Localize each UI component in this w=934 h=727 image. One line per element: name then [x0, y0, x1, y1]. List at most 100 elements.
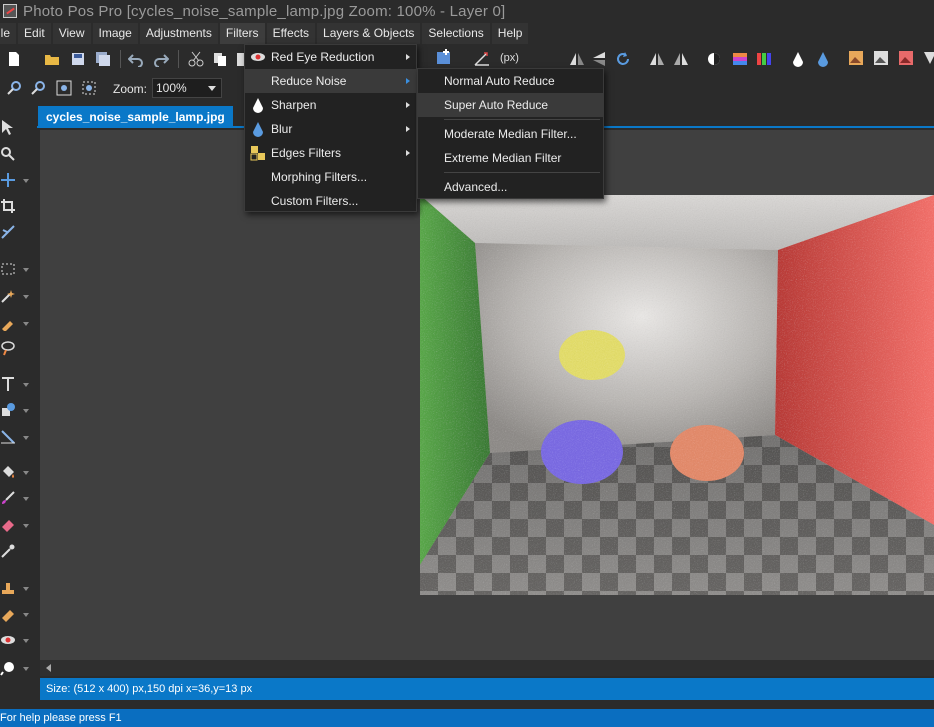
crop-tool-icon[interactable]	[0, 198, 16, 214]
menu-separator	[444, 119, 600, 120]
line-tool-icon[interactable]	[0, 429, 16, 445]
undo-icon[interactable]	[128, 51, 144, 67]
rect-select-icon[interactable]	[0, 261, 16, 277]
canvas-size-icon[interactable]	[474, 50, 490, 66]
menu-item-extreme-median-filter[interactable]: Extreme Median Filter	[418, 146, 603, 170]
menu-item-edges-filters[interactable]: Edges Filters	[245, 141, 416, 165]
fill-bucket-icon[interactable]	[0, 464, 16, 480]
cut-icon[interactable]	[188, 51, 204, 67]
menu-item-moderate-median-filter[interactable]: Moderate Median Filter...	[418, 122, 603, 146]
image-frame-icon[interactable]	[873, 50, 889, 66]
zoom-fit-icon[interactable]	[56, 80, 72, 96]
brush-select-icon[interactable]	[0, 315, 16, 331]
tab-document[interactable]: cycles_noise_sample_lamp.jpg	[38, 106, 233, 128]
contrast-icon[interactable]	[706, 51, 722, 67]
title-bar: Photo Pos Pro [cycles_noise_sample_lamp.…	[0, 0, 934, 22]
units-select[interactable]: (px)	[500, 52, 519, 64]
menu-help[interactable]: Help	[491, 23, 529, 44]
stamp-tool-icon[interactable]	[0, 580, 16, 596]
chevron-down-icon[interactable]	[23, 613, 29, 617]
brush-tool-icon[interactable]	[0, 490, 16, 506]
chevron-down-icon[interactable]	[23, 497, 29, 501]
chevron-down-icon[interactable]	[23, 268, 29, 272]
chevron-down-icon[interactable]	[23, 295, 29, 299]
menu-item-normal-auto-reduce[interactable]: Normal Auto Reduce	[418, 69, 603, 93]
save-icon[interactable]	[70, 51, 86, 67]
menu-item-blur[interactable]: Blur	[245, 117, 416, 141]
chevron-down-icon[interactable]	[23, 322, 29, 326]
menu-item-red-eye-reduction[interactable]: Red Eye Reduction	[245, 45, 416, 69]
tool-panel	[0, 112, 37, 710]
chevron-down-icon[interactable]	[23, 383, 29, 387]
menu-edit[interactable]: Edit	[18, 23, 51, 44]
chevron-down-icon[interactable]	[23, 409, 29, 413]
pointer-tool-icon[interactable]	[0, 119, 16, 135]
copy-icon[interactable]	[212, 51, 228, 67]
menu-item-label: Reduce Noise	[271, 74, 347, 88]
new-file-icon[interactable]	[6, 51, 22, 67]
zoom-actual-icon[interactable]	[81, 80, 97, 96]
menu-image[interactable]: Image	[92, 23, 138, 44]
toolbar-separator	[120, 50, 121, 68]
menu-item-advanced[interactable]: Advanced...	[418, 175, 603, 199]
retouch-tool-icon[interactable]	[0, 606, 16, 622]
zoom-out-icon[interactable]	[30, 80, 46, 96]
menu-item-reduce-noise[interactable]: Reduce Noise	[245, 69, 416, 93]
chevron-down-icon[interactable]	[23, 524, 29, 528]
menu-item-custom-filters[interactable]: Custom Filters...	[245, 189, 416, 213]
move-tool-icon[interactable]	[0, 172, 16, 188]
chevron-down-icon[interactable]	[23, 587, 29, 591]
mirror-alt-icon[interactable]	[673, 51, 689, 67]
menu-adjustments[interactable]: Adjustments	[139, 23, 218, 44]
help-bar: For help please press F1	[0, 709, 934, 727]
menu-layers-objects[interactable]: Layers & Objects	[317, 23, 421, 44]
menu-item-super-auto-reduce[interactable]: Super Auto Reduce	[418, 93, 603, 117]
save-all-icon[interactable]	[95, 51, 111, 67]
sharpen-drop-icon[interactable]	[790, 51, 806, 67]
flip-horizontal-icon[interactable]	[569, 51, 585, 67]
submenu-arrow-icon	[406, 126, 410, 132]
shape-tool-icon[interactable]	[0, 402, 16, 418]
blur-drop-icon[interactable]	[815, 51, 831, 67]
mirror-icon[interactable]	[649, 51, 665, 67]
menu-file[interactable]: ile	[0, 23, 17, 44]
text-tool-icon[interactable]	[0, 376, 16, 392]
chevron-down-icon[interactable]	[23, 471, 29, 475]
cornell-box-render	[420, 195, 934, 595]
more-tools-icon[interactable]	[922, 50, 934, 66]
menu-effects[interactable]: Effects	[266, 23, 316, 44]
zoom-dropdown[interactable]: 100%	[152, 78, 222, 98]
eyedropper-icon[interactable]	[0, 543, 16, 559]
menu-view[interactable]: View	[52, 23, 91, 44]
red-eye-tool-icon[interactable]	[0, 632, 16, 648]
menu-item-morphing-filters[interactable]: Morphing Filters...	[245, 165, 416, 189]
zoom-in-icon[interactable]	[6, 80, 22, 96]
open-folder-icon[interactable]	[44, 51, 60, 67]
horizontal-scrollbar[interactable]	[40, 660, 934, 676]
zoom-tool-icon[interactable]	[0, 146, 16, 162]
document-image[interactable]	[420, 195, 934, 595]
chevron-down-icon[interactable]	[23, 667, 29, 671]
scroll-left-icon[interactable]	[46, 664, 51, 672]
redo-icon[interactable]	[153, 51, 169, 67]
add-image-icon[interactable]	[436, 49, 452, 65]
menu-filters[interactable]: Filters	[219, 23, 265, 44]
menu-separator	[444, 172, 600, 173]
lasso-icon[interactable]	[0, 340, 16, 356]
rotate-icon[interactable]	[615, 51, 631, 67]
image-red-icon[interactable]	[898, 50, 914, 66]
chevron-down-icon[interactable]	[23, 639, 29, 643]
chevron-down-icon[interactable]	[23, 436, 29, 440]
menu-selections[interactable]: Selections	[422, 23, 490, 44]
image-effect-icon[interactable]	[848, 50, 864, 66]
flip-vertical-icon[interactable]	[591, 51, 607, 67]
channels-icon[interactable]	[756, 51, 772, 67]
color-balance-icon[interactable]	[732, 51, 748, 67]
straighten-tool-icon[interactable]	[0, 224, 16, 240]
chevron-down-icon[interactable]	[23, 179, 29, 183]
smudge-tool-icon[interactable]	[0, 660, 16, 676]
eraser-icon[interactable]	[0, 517, 16, 533]
magic-wand-icon[interactable]	[0, 288, 16, 304]
menu-item-label: Red Eye Reduction	[271, 50, 375, 64]
menu-item-sharpen[interactable]: Sharpen	[245, 93, 416, 117]
